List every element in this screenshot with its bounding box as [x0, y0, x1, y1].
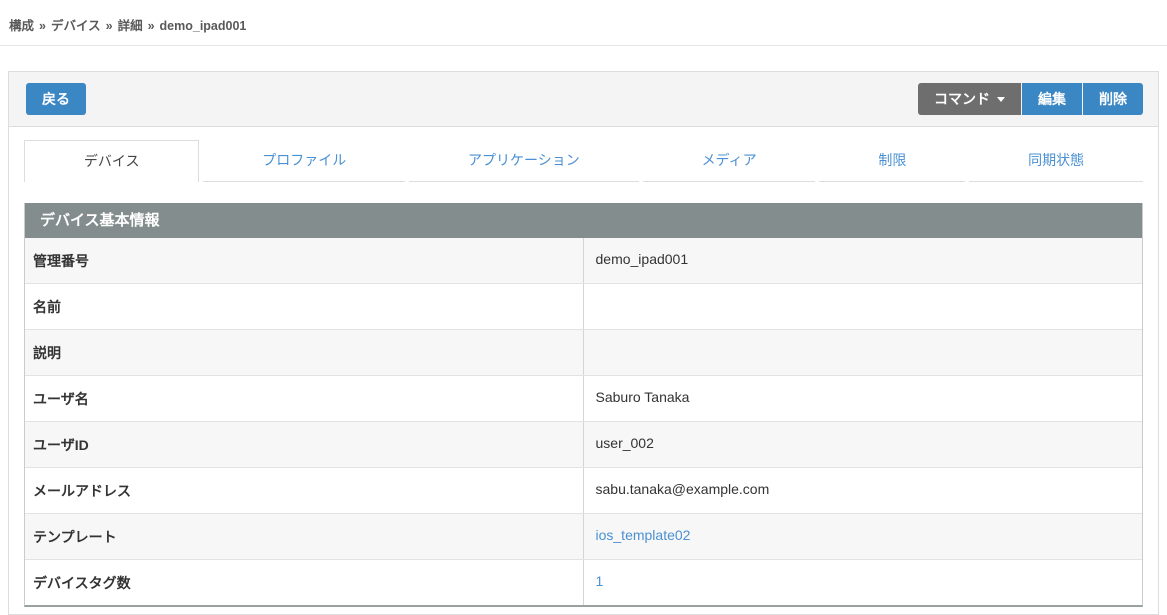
row-value-link[interactable]: 1	[596, 573, 604, 589]
table-row-management-number: 管理番号 demo_ipad001	[25, 238, 1142, 283]
row-value-cell: ios_template02	[584, 514, 1143, 559]
row-label: 説明	[25, 330, 584, 375]
row-value-cell: Saburo Tanaka	[584, 376, 1143, 421]
breadcrumb-divider	[0, 45, 1167, 46]
tab-application[interactable]: アプリケーション	[409, 140, 639, 182]
table-row-name: 名前	[25, 283, 1142, 329]
row-label: ユーザID	[25, 422, 584, 467]
tab-media[interactable]: メディア	[643, 140, 816, 182]
breadcrumb-item-3: demo_ipad001	[160, 19, 247, 33]
section-title: デバイス基本情報	[25, 203, 1142, 238]
table-row-template: テンプレート ios_template02	[25, 513, 1142, 559]
row-label: テンプレート	[25, 514, 584, 559]
table-row-description: 説明	[25, 329, 1142, 375]
toolbar-right: コマンド 編集 削除	[918, 83, 1143, 115]
row-value-cell	[584, 284, 1143, 329]
row-value: sabu.tanaka@example.com	[596, 481, 770, 497]
command-dropdown-button[interactable]: コマンド	[918, 83, 1021, 115]
toolbar-left: 戻る	[26, 83, 86, 115]
row-value: Saburo Tanaka	[596, 389, 690, 405]
caret-down-icon	[997, 97, 1005, 102]
table-row-user-name: ユーザ名 Saburo Tanaka	[25, 375, 1142, 421]
row-value-cell: user_002	[584, 422, 1143, 467]
row-label: 管理番号	[25, 238, 584, 283]
row-value: user_002	[596, 435, 654, 451]
command-button-label: コマンド	[934, 83, 990, 115]
row-value-cell: 1	[584, 560, 1143, 605]
breadcrumb-separator: »	[106, 19, 113, 33]
device-detail-panel: 戻る コマンド 編集 削除 デバイスプロファイルアプリケーションメディア制限同期…	[8, 71, 1159, 615]
back-button[interactable]: 戻る	[26, 83, 86, 115]
table-row-user-id: ユーザID user_002	[25, 421, 1142, 467]
row-value-cell: demo_ipad001	[584, 238, 1143, 283]
tab-restrictions[interactable]: 制限	[819, 140, 965, 182]
delete-button[interactable]: 削除	[1083, 83, 1143, 115]
tab-sync-status[interactable]: 同期状態	[969, 140, 1143, 182]
table-row-email-address: メールアドレス sabu.tanaka@example.com	[25, 467, 1142, 513]
row-value: demo_ipad001	[596, 251, 689, 267]
row-label: デバイスタグ数	[25, 560, 584, 605]
breadcrumb-separator: »	[39, 19, 46, 33]
table-row-device-tag-count: デバイスタグ数 1	[25, 559, 1142, 605]
breadcrumb-item-2[interactable]: 詳細	[118, 19, 143, 33]
tab-bar: デバイスプロファイルアプリケーションメディア制限同期状態	[24, 140, 1143, 182]
tab-device[interactable]: デバイス	[24, 140, 199, 182]
row-label: 名前	[25, 284, 584, 329]
breadcrumb-item-1[interactable]: デバイス	[51, 19, 101, 33]
panel-content: デバイスプロファイルアプリケーションメディア制限同期状態 デバイス基本情報 管理…	[9, 127, 1158, 614]
tab-profile[interactable]: プロファイル	[203, 140, 405, 182]
row-value-link[interactable]: ios_template02	[596, 527, 691, 543]
breadcrumb-item-0[interactable]: 構成	[9, 19, 34, 33]
table-rows: 管理番号demo_ipad001名前説明ユーザ名Saburo Tanakaユーザ…	[25, 238, 1142, 605]
breadcrumb: 構成 » デバイス » 詳細 » demo_ipad001	[0, 0, 1167, 45]
row-value-cell	[584, 330, 1143, 375]
edit-button[interactable]: 編集	[1022, 83, 1082, 115]
device-info-table: デバイス基本情報 管理番号 demo_ipad001 名前説明ユーザ名 Saburo …	[24, 203, 1143, 607]
row-value-cell: sabu.tanaka@example.com	[584, 468, 1143, 513]
breadcrumb-separator: »	[148, 19, 155, 33]
row-label: メールアドレス	[25, 468, 584, 513]
toolbar: 戻る コマンド 編集 削除	[9, 72, 1158, 127]
row-label: ユーザ名	[25, 376, 584, 421]
